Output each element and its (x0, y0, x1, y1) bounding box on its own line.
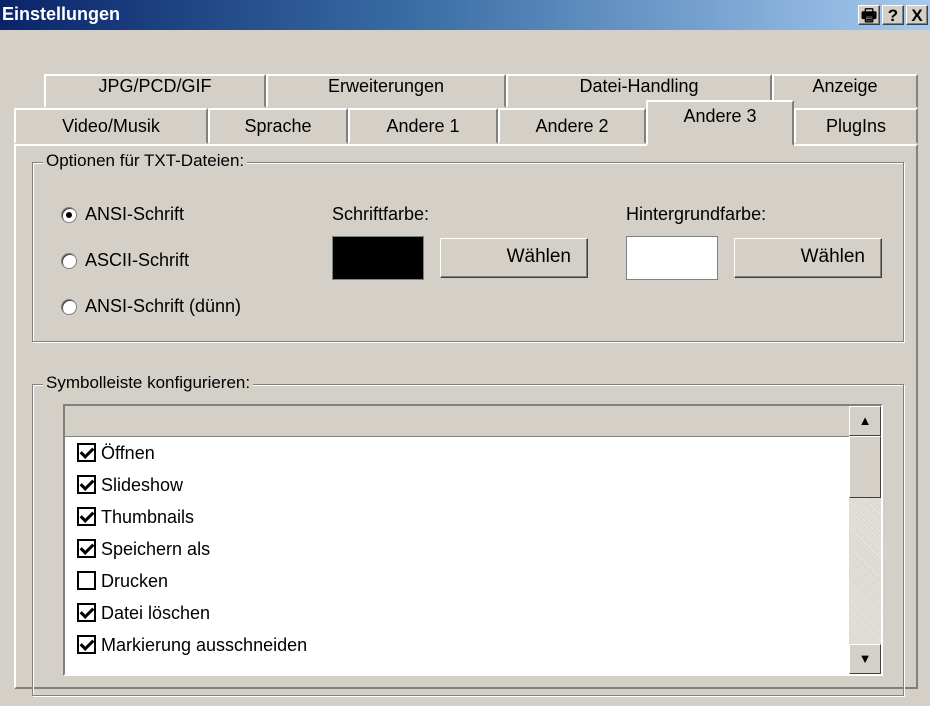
list-item[interactable]: Thumbnails (77, 502, 194, 532)
scroll-down-icon[interactable]: ▼ (849, 644, 881, 674)
tab-andere-3[interactable]: Andere 3 (646, 100, 794, 146)
radio-ansi[interactable]: ANSI-Schrift (61, 204, 184, 225)
list-item[interactable]: Drucken (77, 566, 168, 596)
bg-color-label: Hintergrundfarbe: (626, 204, 767, 224)
scroll-thumb[interactable] (849, 436, 881, 498)
checkbox-checked-icon[interactable] (77, 602, 96, 622)
window-title: Einstellungen (2, 4, 121, 24)
bg-color-choose-button[interactable]: Wählen (734, 238, 882, 278)
print-icon[interactable]: 🖶 (858, 5, 880, 25)
radio-icon (61, 299, 77, 316)
toolbar-config-label: Symbolleiste konfigurieren: (43, 373, 254, 393)
checkbox-unchecked-icon[interactable] (77, 570, 96, 590)
list-item[interactable]: Datei löschen (77, 598, 210, 628)
tab-andere-1[interactable]: Andere 1 (348, 108, 498, 144)
checkbox-checked-icon[interactable] (77, 634, 96, 654)
tab-sprache[interactable]: Sprache (208, 108, 348, 144)
radio-icon (61, 253, 77, 270)
font-color-choose-button[interactable]: Wählen (440, 238, 588, 278)
txt-options-label: Optionen für TXT-Dateien: (43, 151, 248, 171)
help-button[interactable]: ? (882, 5, 904, 25)
tab-jpg-pcd-gif[interactable]: JPG/PCD/GIF (44, 74, 266, 108)
tab-video-musik[interactable]: Video/Musik (14, 108, 208, 144)
font-color-swatch (332, 236, 424, 280)
bg-color-swatch (626, 236, 718, 280)
checkbox-checked-icon[interactable] (77, 474, 96, 494)
list-item[interactable]: Öffnen (77, 438, 155, 468)
vertical-scrollbar[interactable]: ▲ ▼ (849, 406, 881, 674)
checkbox-checked-icon[interactable] (77, 538, 96, 558)
tab-andere-2[interactable]: Andere 2 (498, 108, 646, 144)
list-item[interactable]: Markierung ausschneiden (77, 630, 307, 660)
list-item[interactable]: Speichern als (77, 534, 210, 564)
radio-ansi-thin[interactable]: ANSI-Schrift (dünn) (61, 296, 241, 317)
scroll-up-icon[interactable]: ▲ (849, 406, 881, 436)
list-header (65, 406, 849, 437)
radio-ascii[interactable]: ASCII-Schrift (61, 250, 189, 271)
list-item[interactable]: Slideshow (77, 470, 183, 500)
tab-plugins[interactable]: PlugIns (794, 108, 918, 144)
font-color-label: Schriftfarbe: (332, 204, 430, 224)
tab-erweiterungen[interactable]: Erweiterungen (266, 74, 506, 108)
close-button[interactable]: X (906, 5, 928, 25)
toolbar-listbox[interactable]: Öffnen Slideshow Thumbnails Speichern al… (63, 404, 883, 676)
title-bar: Einstellungen 🖶 ? X (0, 0, 930, 30)
checkbox-checked-icon[interactable] (77, 442, 96, 462)
radio-selected-icon (61, 207, 77, 224)
checkbox-checked-icon[interactable] (77, 506, 96, 526)
